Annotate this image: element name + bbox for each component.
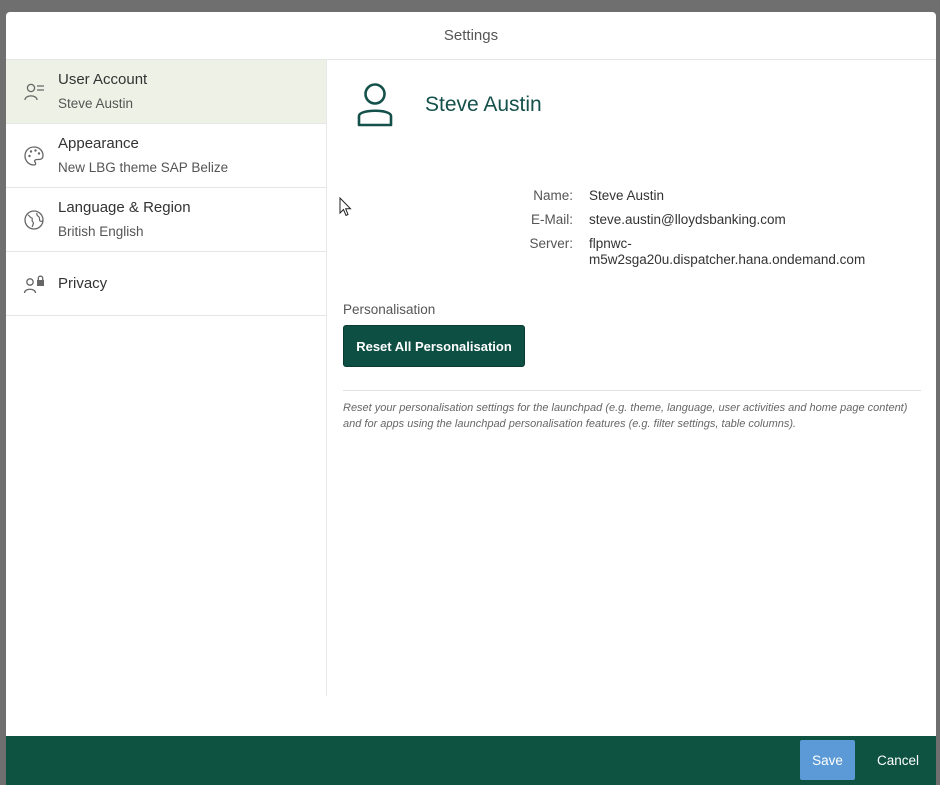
settings-sidebar: User Account Steve Austin Appearance New…	[6, 60, 327, 696]
globe-icon	[23, 209, 45, 231]
personalisation-label: Personalisation	[343, 302, 436, 317]
sidebar-item-subtitle: British English	[58, 224, 144, 239]
save-button[interactable]: Save	[800, 740, 855, 780]
settings-dialog: Settings User Account Steve Austin Appea…	[6, 12, 936, 785]
profile-name: Steve Austin	[425, 93, 542, 116]
sidebar-item-title: Language & Region	[58, 199, 191, 216]
dialog-footer: Save Cancel	[6, 736, 936, 785]
sidebar-item-user-account[interactable]: User Account Steve Austin	[6, 60, 326, 124]
reset-all-personalisation-button[interactable]: Reset All Personalisation	[343, 325, 525, 367]
cancel-button[interactable]: Cancel	[868, 740, 928, 780]
divider	[343, 390, 921, 391]
mouse-cursor-icon	[339, 196, 353, 217]
info-value: steve.austin@lloydsbanking.com	[589, 212, 786, 227]
user-lock-icon	[23, 273, 45, 295]
palette-icon	[23, 145, 45, 167]
info-label: Name:	[533, 188, 573, 203]
info-label: E-Mail:	[530, 212, 573, 227]
person-icon	[355, 82, 395, 128]
user-list-icon	[23, 81, 45, 103]
sidebar-item-subtitle: Steve Austin	[58, 96, 134, 111]
profile-header: Steve Austin	[355, 82, 542, 128]
sidebar-item-title: User Account	[58, 71, 148, 88]
sidebar-item-title: Privacy	[58, 274, 108, 292]
info-row-name: Name: Steve Austin	[517, 188, 889, 204]
sidebar-item-subtitle: New LBG theme SAP Belize	[58, 160, 229, 175]
sidebar-item-privacy[interactable]: Privacy	[6, 252, 326, 316]
info-value: Steve Austin	[589, 188, 665, 203]
reset-description: Reset your personalisation settings for …	[343, 402, 908, 430]
info-row-email: E-Mail: steve.austin@lloydsbanking.com	[517, 212, 889, 228]
sidebar-item-language-region[interactable]: Language & Region British English	[6, 188, 326, 252]
sidebar-item-appearance[interactable]: Appearance New LBG theme SAP Belize	[6, 124, 326, 188]
user-account-panel: Steve Austin Name: Steve Austin E-Mail: …	[327, 60, 936, 696]
info-row-server: Server: flpnwc-m5w2sga20u.dispatcher.han…	[517, 236, 889, 268]
info-label: Server:	[529, 236, 573, 251]
info-value: flpnwc-m5w2sga20u.dispatcher.hana.ondema…	[589, 236, 866, 267]
account-info: Name: Steve Austin E-Mail: steve.austin@…	[517, 188, 889, 276]
dialog-title: Settings	[6, 12, 936, 60]
sidebar-item-title: Appearance	[58, 135, 139, 152]
